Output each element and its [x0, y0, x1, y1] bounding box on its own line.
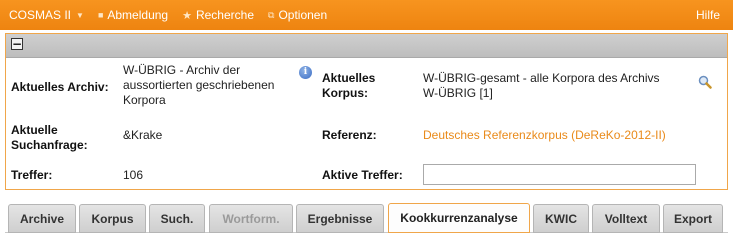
menu-item-abmeldung[interactable]: ■ Abmeldung	[98, 8, 168, 22]
suchanfrage-label-line: Aktuelle	[11, 123, 58, 137]
referenz-link[interactable]: Deutsches Referenzkorpus (DeReKo-2012-II…	[423, 128, 666, 143]
treffer-value: 106	[123, 168, 144, 182]
star-icon: ★	[182, 9, 192, 22]
archiv-value-line: aussortierten geschriebenen	[123, 78, 275, 92]
referenz-label: Referenz:	[322, 128, 377, 142]
logout-icon: ■	[97, 10, 104, 20]
tab-ergebnisse[interactable]: Ergebnisse	[296, 204, 384, 233]
tab-volltext[interactable]: Volltext	[592, 204, 660, 233]
korpus-value: W-ÜBRIG-gesamt - alle Korpora des Archiv…	[423, 71, 660, 101]
suchanfrage-label: Aktuelle Suchanfrage:	[11, 123, 88, 153]
app-brand-menu[interactable]: COSMAS II ▼	[9, 8, 84, 22]
search-info-panel: − Aktuelles Archiv: W-ÜBRIG - Archiv der…	[5, 33, 728, 190]
tab-such[interactable]: Such.	[149, 204, 205, 233]
menu-item-label: Recherche	[195, 8, 254, 22]
app-brand-label: COSMAS II	[9, 8, 72, 22]
menu-item-recherche[interactable]: ★ Recherche	[182, 8, 254, 22]
menu-item-label: Optionen	[278, 8, 328, 22]
treffer-label: Treffer:	[11, 168, 53, 182]
tab-export[interactable]: Export	[663, 204, 723, 233]
korpus-label: Aktuelles Korpus:	[322, 71, 375, 101]
panel-header: −	[6, 34, 727, 58]
korpus-label-line: Aktuelles	[322, 71, 376, 85]
menu-item-optionen[interactable]: ⧉ Optionen	[268, 8, 327, 22]
info-icon[interactable]: i	[299, 66, 312, 79]
main-tab-bar: Archive Korpus Such. Wortform. Ergebniss…	[0, 201, 733, 243]
help-link[interactable]: Hilfe	[696, 8, 720, 22]
tab-kookkurrenzanalyse[interactable]: Kookkurrenzanalyse	[388, 203, 530, 233]
archiv-label: Aktuelles Archiv:	[11, 80, 109, 94]
korpus-value-line: W-ÜBRIG-gesamt - alle Korpora des Archiv…	[423, 71, 660, 85]
magnifier-icon[interactable]	[698, 75, 712, 89]
collapse-toggle-button[interactable]: −	[11, 38, 23, 50]
korpus-value-line: W-ÜBRIG [1]	[423, 86, 493, 100]
korpus-label-line: Korpus:	[322, 86, 368, 100]
options-icon: ⧉	[268, 9, 275, 20]
suchanfrage-value: &Krake	[123, 128, 163, 142]
archiv-value-line: Korpora	[123, 93, 166, 107]
chevron-down-icon: ▼	[76, 10, 84, 20]
archiv-value-line: W-ÜBRIG - Archiv der	[123, 63, 241, 77]
tab-kwic[interactable]: KWIC	[533, 204, 589, 233]
menu-item-label: Abmeldung	[107, 8, 169, 22]
tab-korpus[interactable]: Korpus	[79, 204, 146, 233]
tab-archive[interactable]: Archive	[8, 204, 76, 233]
aktive-treffer-input[interactable]	[423, 164, 696, 185]
aktive-treffer-label: Aktive Treffer:	[322, 168, 403, 182]
top-menu-bar: COSMAS II ▼ ■ Abmeldung ★ Recherche ⧉ Op…	[0, 0, 733, 30]
suchanfrage-label-line: Suchanfrage:	[11, 138, 88, 152]
archiv-value: W-ÜBRIG - Archiv der aussortierten gesch…	[123, 63, 274, 108]
tab-wortform: Wortform.	[209, 204, 293, 233]
